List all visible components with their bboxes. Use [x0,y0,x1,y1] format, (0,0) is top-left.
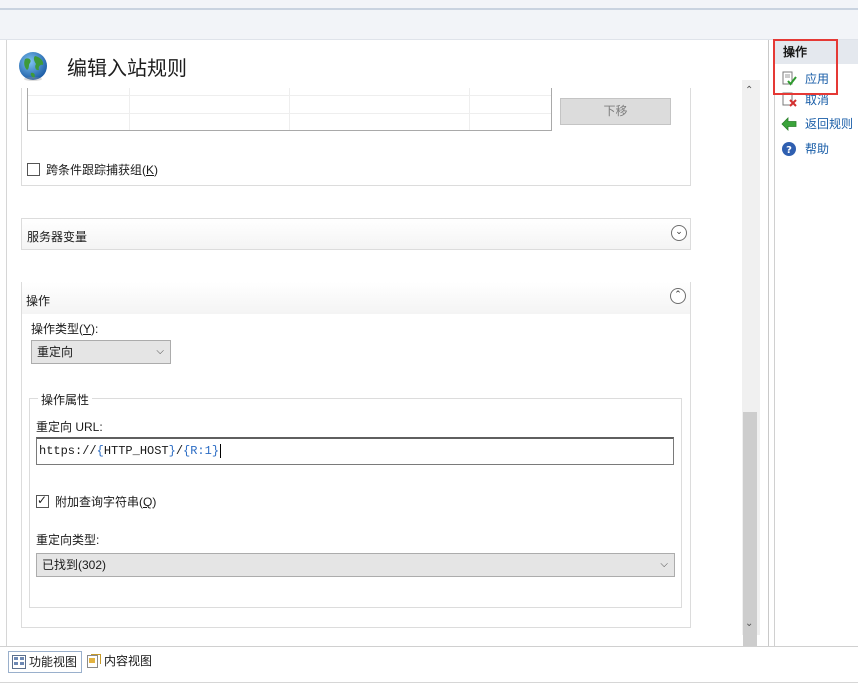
action-type-value: 重定向 [37,345,74,359]
server-variables-title: 服务器变量 [27,230,88,244]
grid-col-divider [469,85,470,130]
action-type-label: 操作类型(Y): [31,322,99,336]
grid-row-divider [28,95,551,96]
top-strip-shadow [0,8,858,10]
chevron-down-icon: ⌵ [660,559,668,570]
help-label: 帮助 [805,142,830,156]
back-arrow-icon [781,117,797,131]
action-properties-legend: 操作属性 [38,391,93,408]
content-view-icon [87,654,101,668]
chevron-down-icon: ⌵ [156,346,164,357]
redirect-type-select[interactable]: 已找到(302) ⌵ [36,553,675,577]
grid-row-divider [28,113,551,114]
scrollbar-thumb[interactable] [743,412,757,646]
globe-icon [19,52,47,81]
redirect-type-value: 已找到(302) [42,558,107,572]
features-view-label: 功能视图 [29,655,78,669]
actions-pane: 操作 应用 取消 返回规则 ? 帮助 [774,40,858,666]
page-header: 编辑入站规则 [7,40,768,88]
action-type-select[interactable]: 重定向 ⌵ [31,340,171,364]
append-query-string-checkbox[interactable] [36,493,49,508]
cancel-label: 取消 [805,93,830,107]
append-query-string-label: 附加查询字符串(Q) [55,495,157,509]
features-view-icon [12,655,26,669]
page-title: 编辑入站规则 [67,56,187,80]
action-header[interactable]: 操作 ⌃ [22,282,690,314]
tab-features-view[interactable]: 功能视图 [8,651,83,673]
server-variables-header[interactable]: 服务器变量 ⌄ [21,218,691,250]
action-title: 操作 [26,294,51,308]
apply-highlight-box [773,39,838,95]
help-action[interactable]: ? 帮助 [779,138,829,160]
tab-content-view[interactable]: 内容视图 [84,651,156,673]
back-to-rules-action[interactable]: 返回规则 [779,113,853,135]
text-cursor [220,443,222,458]
expand-chevron-icon[interactable]: ⌄ [671,225,687,241]
collapse-chevron-icon[interactable]: ⌃ [670,288,686,304]
scroll-down-icon[interactable]: ⌄ [745,618,753,629]
vertical-scrollbar[interactable]: ⌃ ⌄ [742,80,760,646]
move-down-button[interactable]: 下移 [560,98,671,125]
help-icon: ? [782,142,796,156]
bottom-divider [0,682,858,683]
main-panel: 下移 跨条件跟踪捕获组(K) 服务器变量 ⌄ 操作 ⌃ 操作类型(Y): 重定向… [6,40,769,646]
grid-col-divider [289,85,290,130]
svg-text:?: ? [786,145,792,156]
scroll-up-icon[interactable]: ⌃ [745,85,753,96]
conditions-grid[interactable] [27,85,552,131]
redirect-url-input[interactable]: https://{HTTP_HOST}/{R:1} [36,437,674,465]
redirect-url-label: 重定向 URL: [36,420,103,434]
top-strip [0,0,858,40]
scroll-content: 下移 跨条件跟踪捕获组(K) 服务器变量 ⌄ 操作 ⌃ 操作类型(Y): 重定向… [7,40,747,646]
back-to-rules-label: 返回规则 [805,117,854,131]
view-switcher-bar: 功能视图 内容视图 [0,646,858,686]
redirect-type-label: 重定向类型: [36,533,100,547]
track-capture-groups-label: 跨条件跟踪捕获组(K) [46,163,159,177]
content-view-label: 内容视图 [104,654,153,668]
track-capture-groups-checkbox[interactable] [27,163,40,176]
grid-col-divider [129,85,130,130]
